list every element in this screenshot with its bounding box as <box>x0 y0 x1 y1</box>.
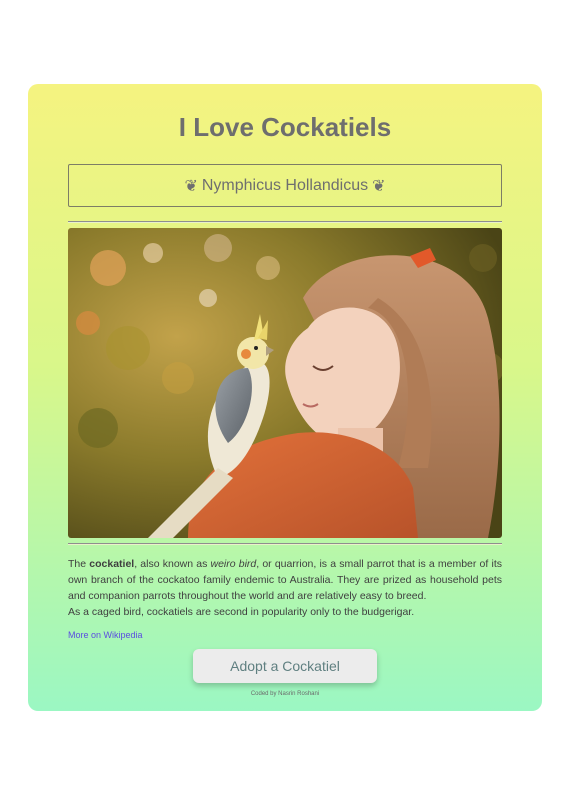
subtitle-text: Nymphicus Hollandicus <box>201 176 369 194</box>
credit-text: Coded by Nasrin Roshani <box>250 691 320 697</box>
subtitle-box: ❦ Nymphicus Hollandicus ❦ <box>68 164 502 207</box>
adopt-button[interactable]: Adopt a Cockatiel <box>193 649 377 683</box>
cockatiel-photo <box>68 228 502 538</box>
leaf-icon: ❦ <box>184 177 198 195</box>
desc-bold-term: cockatiel <box>89 558 135 570</box>
leaf-icon: ❦ <box>372 177 386 195</box>
description-text: The cockatiel, also known as weiro bird,… <box>68 556 502 620</box>
desc-mid1: , also known as <box>134 558 211 570</box>
page-title: I Love Cockatiels <box>178 112 392 142</box>
description-paragraph: The cockatiel, also known as weiro bird,… <box>68 556 502 604</box>
photo-illustration <box>68 228 502 538</box>
wikipedia-link[interactable]: More on Wikipedia <box>68 630 143 640</box>
top-divider <box>68 221 502 223</box>
desc-intro: The <box>68 558 90 570</box>
bottom-divider <box>68 543 502 545</box>
desc-italic-term: weiro bird <box>210 558 257 570</box>
description-second-line: As a caged bird, cockatiels are second i… <box>68 606 415 618</box>
main-card: I Love Cockatiels ❦ Nymphicus Hollandicu… <box>28 84 542 711</box>
